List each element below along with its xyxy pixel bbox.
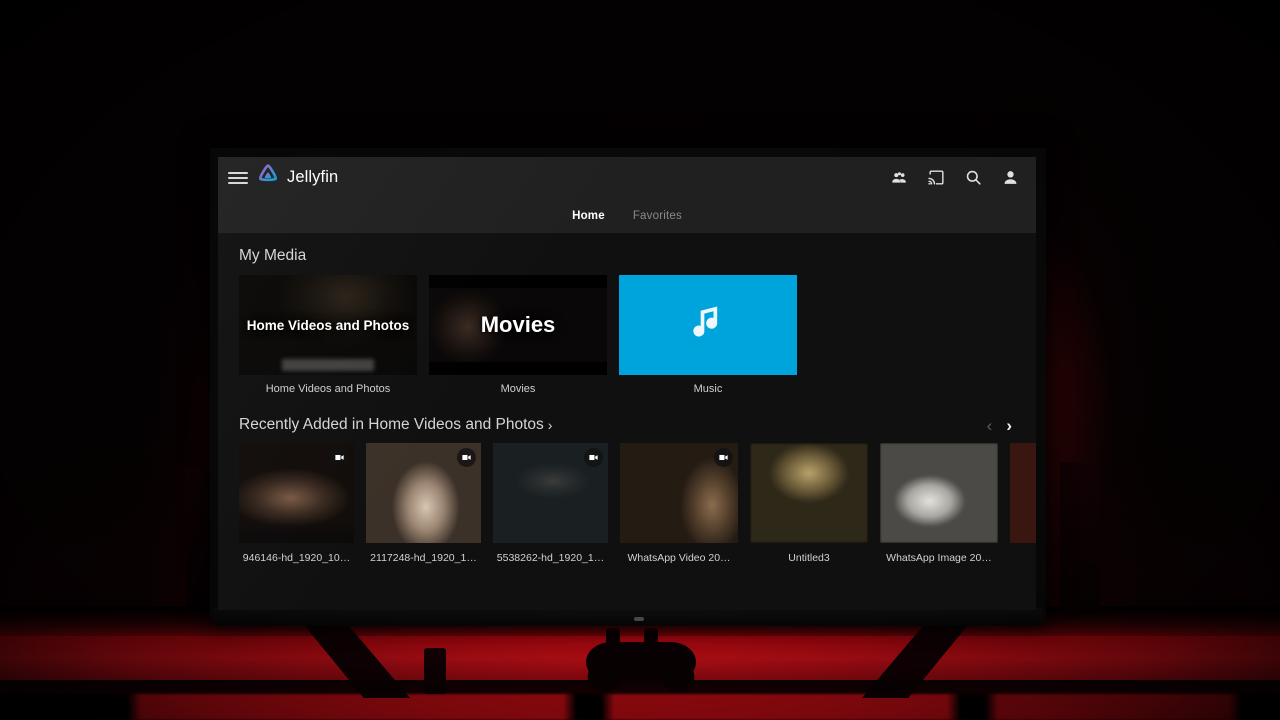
- recently-added-title: Recently Added in Home Videos and Photos: [239, 416, 544, 433]
- media-item-card[interactable]: Untitled3: [750, 443, 868, 564]
- recently-added-header: Recently Added in Home Videos and Photos…: [218, 416, 1036, 434]
- brand-name: Jellyfin: [287, 168, 339, 186]
- media-item-label: 2117248-hd_1920_1…: [370, 552, 477, 564]
- video-camera-icon: [584, 448, 603, 467]
- media-artwork: [880, 443, 998, 543]
- library-card-music[interactable]: Music: [619, 275, 797, 395]
- media-item-card[interactable]: 946146-hd_1920_10…: [239, 443, 354, 564]
- media-thumbnail: [366, 443, 481, 543]
- media-item-card[interactable]: WhatsApp Image 20…: [880, 443, 998, 564]
- media-item-card[interactable]: 2117248-hd_1920_1…: [366, 443, 481, 564]
- my-media-title: My Media: [239, 247, 307, 264]
- cast-icon[interactable]: [927, 168, 946, 187]
- hamburger-menu-icon[interactable]: [228, 168, 248, 188]
- brand-logo-group[interactable]: Jellyfin: [256, 163, 338, 192]
- media-thumbnail: [620, 443, 738, 543]
- media-item-label: WhatsApp Image 20…: [886, 552, 992, 564]
- tab-home[interactable]: Home: [572, 210, 605, 222]
- video-camera-icon: [330, 448, 349, 467]
- library-card-label: Music: [693, 383, 723, 395]
- carousel-next-button[interactable]: ›: [1006, 417, 1012, 434]
- chevron-right-icon: ›: [547, 417, 553, 433]
- media-item-label: Untitled3: [788, 552, 830, 564]
- media-item-card[interactable]: WhatsApp Video 20…: [620, 443, 738, 564]
- media-artwork: [1010, 443, 1036, 543]
- library-thumbnail: Home Videos and Photos: [239, 275, 417, 375]
- library-card-label: Home Videos and Photos: [265, 383, 391, 395]
- search-icon[interactable]: [964, 168, 983, 187]
- library-thumbnail: [619, 275, 797, 375]
- media-thumbnail: [1010, 443, 1036, 543]
- library-overlay-title: Home Videos and Photos: [246, 317, 410, 333]
- my-media-row: Home Videos and Photos Home Videos and P…: [218, 275, 1036, 395]
- jellyfin-logo-icon: [256, 163, 280, 192]
- home-content: My Media Home Videos and Photos Home Vid…: [218, 233, 1036, 610]
- media-item-card[interactable]: 5538262-hd_1920_1…: [493, 443, 608, 564]
- video-camera-icon: [714, 448, 733, 467]
- media-item-card-partial[interactable]: [1010, 443, 1036, 564]
- media-artwork: [750, 443, 868, 543]
- media-thumbnail: [880, 443, 998, 543]
- media-thumbnail: [239, 443, 354, 543]
- header-icon-group: [890, 168, 1020, 187]
- media-item-label: WhatsApp Video 20…: [627, 552, 731, 564]
- media-thumbnail: [493, 443, 608, 543]
- media-item-label: 5538262-hd_1920_1…: [496, 552, 605, 564]
- jellyfin-app-screen: Jellyfin Home Favorites My Media Home Vi…: [218, 157, 1036, 610]
- library-card-label: Movies: [500, 383, 536, 395]
- recently-added-title-link[interactable]: Recently Added in Home Videos and Photos…: [239, 416, 552, 434]
- media-item-label: 946146-hd_1920_10…: [242, 552, 351, 564]
- account-icon[interactable]: [1001, 168, 1020, 187]
- app-header: Jellyfin: [218, 157, 1036, 198]
- library-overlay-title: Movies: [480, 312, 556, 337]
- carousel-prev-button[interactable]: ‹: [987, 417, 993, 434]
- recently-added-row[interactable]: 946146-hd_1920_10… 2117248-hd_1920_1… 55…: [218, 443, 1036, 564]
- group-icon[interactable]: [890, 168, 909, 187]
- library-card-movies[interactable]: Movies Movies: [429, 275, 607, 395]
- library-thumbnail: Movies: [429, 275, 607, 375]
- home-tabbar: Home Favorites: [218, 198, 1036, 233]
- library-card-home-videos-and-photos[interactable]: Home Videos and Photos Home Videos and P…: [239, 275, 417, 395]
- video-camera-icon: [457, 448, 476, 467]
- tab-favorites[interactable]: Favorites: [633, 210, 682, 222]
- carousel-arrows: ‹ ›: [987, 417, 1012, 434]
- music-note-icon: [686, 298, 730, 353]
- media-thumbnail: [750, 443, 868, 543]
